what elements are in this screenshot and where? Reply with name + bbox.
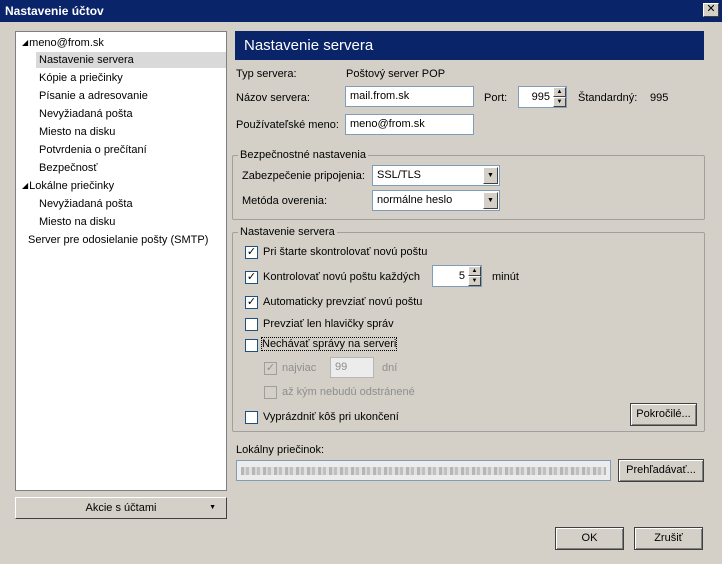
at-most-days-input[interactable]: 99 (330, 357, 374, 378)
username-label: Používateľské meno: (236, 119, 339, 131)
server-name-input[interactable]: mail.from.sk (345, 86, 474, 107)
ok-button[interactable]: OK (555, 527, 624, 550)
port-label: Port: (484, 92, 508, 104)
tree-item-label: Miesto na disku (39, 126, 116, 138)
tree-item-return-receipts[interactable]: Potvrdenia o prečítaní (36, 142, 150, 158)
at-most-label: najviac (282, 362, 317, 374)
auto-download-checkbox[interactable]: ✓ (245, 296, 258, 309)
tree-item-local-disk-space[interactable]: Miesto na disku (36, 214, 118, 230)
tree-item-label: Nastavenie servera (39, 54, 134, 66)
security-group-legend: Bezpečnostné nastavenia (238, 149, 368, 161)
tree-item-label: Nevyžiadaná pošta (39, 198, 133, 210)
check-on-start-checkbox[interactable]: ✓ (245, 246, 258, 259)
account-actions-label: Akcie s účtami (85, 502, 157, 514)
tree-expanded-icon[interactable]: ◢ (22, 178, 28, 194)
window-title: Nastavenie účtov (5, 4, 104, 18)
title-bar: Nastavenie účtov ✕ (0, 0, 722, 22)
leave-on-server-checkbox[interactable] (245, 339, 258, 352)
spin-up-icon[interactable]: ▲ (468, 266, 481, 276)
dropdown-arrow-icon: ▼ (209, 504, 216, 511)
tree-item-label: meno@from.sk (29, 37, 104, 49)
tree-item-label: Bezpečnosť (39, 162, 98, 174)
advanced-button[interactable]: Pokročilé... (630, 403, 697, 426)
at-most-checkbox[interactable]: ✓ (264, 362, 277, 375)
port-stepper[interactable]: 995 ▲ ▼ (518, 86, 567, 108)
tree-item-label: Nevyžiadaná pošta (39, 108, 133, 120)
connection-security-label: Zabezpečenie pripojenia: (242, 170, 365, 182)
local-folder-path-input[interactable] (236, 460, 611, 481)
tree-item-label: Kópie a priečinky (39, 72, 123, 84)
connection-security-value: SSL/TLS (377, 169, 422, 181)
account-actions-button[interactable]: Akcie s účtami ▼ (15, 497, 227, 519)
check-interval-stepper[interactable]: 5 ▲ ▼ (432, 265, 482, 287)
empty-trash-label: Vyprázdniť kôš pri ukončení (263, 411, 399, 423)
tree-item-local-folders[interactable]: ◢Lokálne priečinky (19, 178, 117, 194)
obscured-path (241, 467, 606, 475)
username-input[interactable]: meno@from.sk (345, 114, 474, 135)
tree-item-junk[interactable]: Nevyžiadaná pošta (36, 106, 136, 122)
tree-item-local-junk[interactable]: Nevyžiadaná pošta (36, 196, 136, 212)
account-settings-window: Nastavenie účtov ✕ ◢meno@from.sk Nastave… (0, 0, 722, 564)
check-on-start-label: Pri štarte skontrolovať novú poštu (263, 246, 428, 258)
auth-method-select[interactable]: normálne heslo ▼ (372, 190, 500, 211)
tree-expanded-icon[interactable]: ◢ (22, 35, 28, 51)
tree-item-copies-folders[interactable]: Kópie a priečinky (36, 70, 126, 86)
check-every-checkbox[interactable]: ✓ (245, 271, 258, 284)
tree-item-label: Písanie a adresovanie (39, 90, 148, 102)
local-folder-label: Lokálny priečinok: (236, 444, 325, 456)
tree-item-server-settings[interactable]: Nastavenie servera (36, 52, 226, 68)
tree-item-label: Lokálne priečinky (29, 180, 115, 192)
until-deleted-label: až kým nebudú odstránené (282, 386, 415, 398)
server-type-label: Typ servera: (236, 68, 297, 80)
page-title: Nastavenie servera (235, 31, 704, 60)
port-value: 995 (531, 91, 550, 103)
default-port-label: Štandardný: (578, 92, 638, 104)
tree-item-label: Miesto na disku (39, 216, 116, 228)
leave-on-server-label: Nechávať správy na serveri (260, 337, 398, 351)
check-interval-unit: minút (492, 271, 519, 283)
tree-item-smtp[interactable]: Server pre odosielanie pošty (SMTP) (25, 232, 211, 248)
tree-item-account[interactable]: ◢meno@from.sk (19, 35, 107, 51)
headers-only-label: Prevziať len hlavičky správ (263, 318, 394, 330)
check-every-label: Kontrolovať novú poštu každých (263, 271, 420, 283)
auth-method-value: normálne heslo (377, 194, 453, 206)
tree-item-label: Server pre odosielanie pošty (SMTP) (28, 234, 209, 246)
close-icon[interactable]: ✕ (703, 3, 719, 17)
account-tree[interactable]: ◢meno@from.sk Nastavenie servera Kópie a… (15, 31, 227, 491)
headers-only-checkbox[interactable] (245, 318, 258, 331)
spin-up-icon[interactable]: ▲ (553, 87, 566, 97)
at-most-days-unit: dní (382, 362, 398, 374)
spin-down-icon[interactable]: ▼ (468, 276, 481, 286)
server-settings-group-legend: Nastavenie servera (238, 226, 337, 238)
tree-item-disk-space[interactable]: Miesto na disku (36, 124, 118, 140)
check-interval-value: 5 (458, 270, 465, 282)
tree-item-security[interactable]: Bezpečnosť (36, 160, 101, 176)
auto-download-label: Automaticky prevziať novú poštu (263, 296, 423, 308)
empty-trash-checkbox[interactable] (245, 411, 258, 424)
browse-button[interactable]: Prehľadávať... (618, 459, 704, 482)
until-deleted-checkbox[interactable] (264, 386, 277, 399)
tree-item-label: Potvrdenia o prečítaní (39, 144, 147, 156)
dropdown-arrow-icon[interactable]: ▼ (483, 192, 498, 209)
connection-security-select[interactable]: SSL/TLS ▼ (372, 165, 500, 186)
server-settings-group (232, 232, 705, 432)
auth-method-label: Metóda overenia: (242, 195, 327, 207)
cancel-button[interactable]: Zrušiť (634, 527, 703, 550)
server-type-value: Poštový server POP (346, 68, 446, 80)
spin-down-icon[interactable]: ▼ (553, 97, 566, 107)
server-name-label: Názov servera: (236, 92, 310, 104)
tree-item-composition[interactable]: Písanie a adresovanie (36, 88, 151, 104)
default-port-value: 995 (650, 92, 669, 104)
dropdown-arrow-icon[interactable]: ▼ (483, 167, 498, 184)
